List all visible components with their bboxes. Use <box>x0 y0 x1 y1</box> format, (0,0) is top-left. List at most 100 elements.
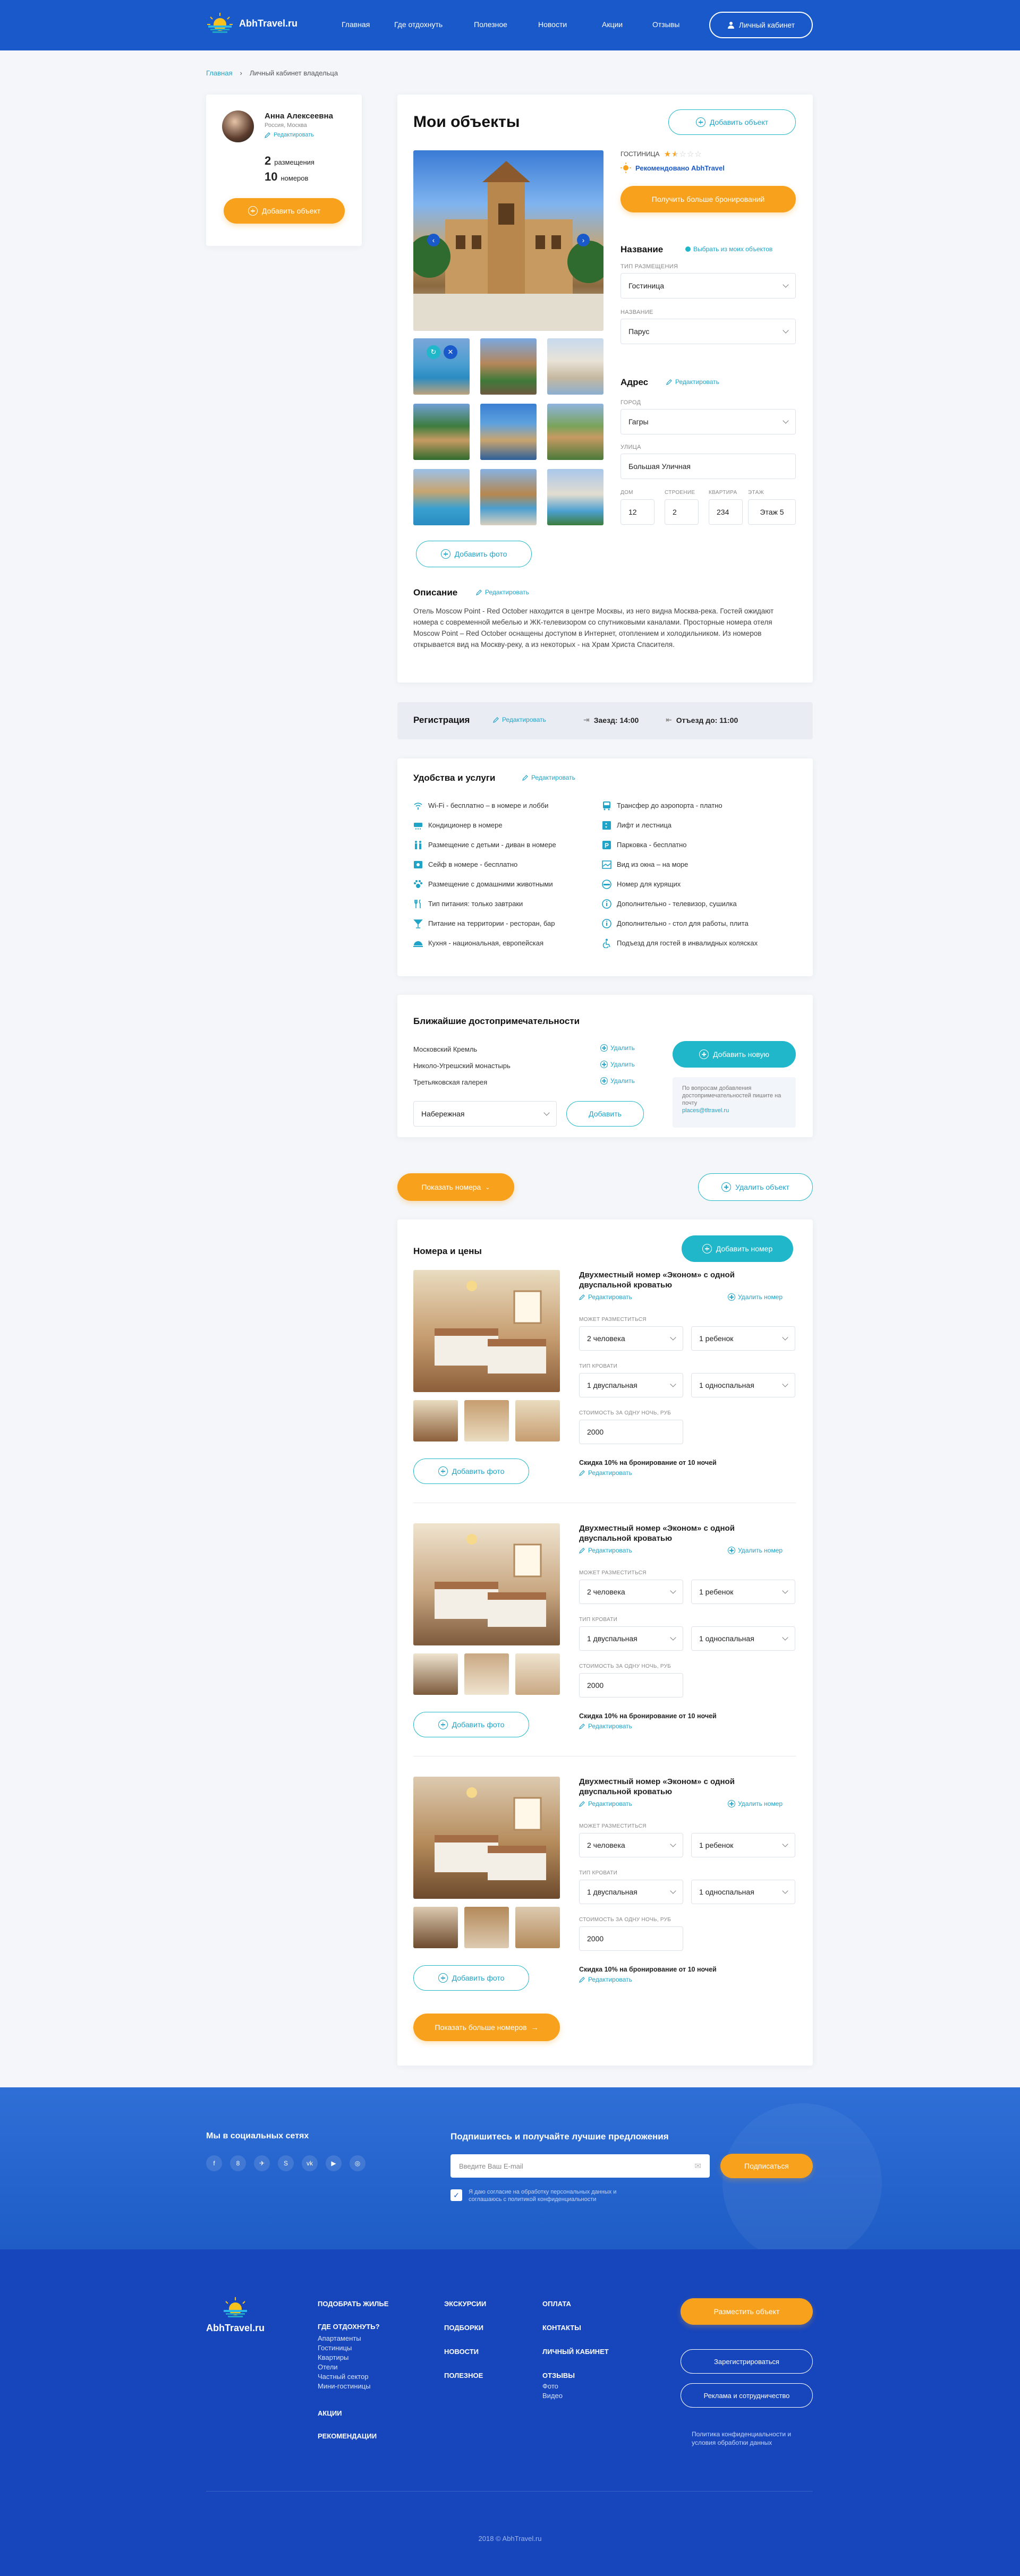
room-main-photo[interactable] <box>413 1270 560 1392</box>
address-edit-link[interactable]: Редактировать <box>666 378 719 386</box>
footer-link[interactable]: ЭКСКУРСИИ <box>444 2300 486 2308</box>
room-photo-thumb[interactable] <box>464 1907 509 1948</box>
show-more-rooms-button[interactable]: Показать больше номеров → <box>413 2014 560 2041</box>
room-photo-thumb[interactable] <box>413 1653 458 1695</box>
main-photo[interactable] <box>413 150 604 331</box>
nav-promos[interactable]: Акции <box>602 20 623 29</box>
kids-select[interactable]: 1 ребенок <box>691 1326 795 1351</box>
nav-news[interactable]: Новости <box>538 20 567 29</box>
room-photo-thumb[interactable] <box>515 1400 560 1441</box>
footer-sublink[interactable]: Отели <box>318 2362 388 2372</box>
photo-thumb-2[interactable] <box>480 338 537 395</box>
price-input[interactable]: 2000 <box>579 1673 683 1698</box>
bed1-select[interactable]: 1 двуспальная <box>579 1626 683 1651</box>
room-photo-thumb[interactable] <box>464 1400 509 1441</box>
nav-where[interactable]: Где отдохнуть <box>394 20 443 29</box>
consent-checkbox[interactable]: ✓ <box>450 2189 462 2201</box>
bed2-select[interactable]: 1 односпальная <box>691 1880 795 1904</box>
sight-delete-link[interactable]: Удалить <box>600 1044 635 1052</box>
logo[interactable]: AbhTravel.ru <box>206 12 298 35</box>
add-object-outline-button[interactable]: Добавить объект <box>668 109 796 135</box>
room-photo-thumb[interactable] <box>515 1653 560 1695</box>
description-edit-link[interactable]: Редактировать <box>476 588 529 596</box>
prev-photo-button[interactable]: ‹ <box>427 234 440 246</box>
footer-link[interactable]: КОНТАКТЫ <box>542 2324 609 2332</box>
nav-reviews[interactable]: Отзывы <box>652 20 679 29</box>
footer-sublink[interactable]: Квартиры <box>318 2353 388 2362</box>
amenities-edit-link[interactable]: Редактировать <box>522 774 575 781</box>
footer-sublink[interactable]: Частный сектор <box>318 2372 388 2382</box>
room-photo-thumb[interactable] <box>464 1653 509 1695</box>
bed1-select[interactable]: 1 двуспальная <box>579 1880 683 1904</box>
cabinet-button[interactable]: Личный кабинет <box>709 12 813 38</box>
footer-link[interactable]: ПОЛЕЗНОЕ <box>444 2372 486 2379</box>
city-select[interactable]: Гагры <box>620 409 796 434</box>
footer-link[interactable]: ЛИЧНЫЙ КАБИНЕТ <box>542 2348 609 2356</box>
footer-sublink[interactable]: Видео <box>542 2391 609 2401</box>
discount-edit-link[interactable]: Редактировать <box>579 1722 632 1730</box>
room-photo-thumb[interactable] <box>515 1907 560 1948</box>
footer-logo[interactable]: AbhTravel.ru <box>206 2296 265 2334</box>
place-object-button[interactable]: Разместить объект <box>681 2298 813 2325</box>
photo-thumb-6[interactable] <box>547 404 604 460</box>
room-edit-link[interactable]: Редактировать <box>579 1547 632 1554</box>
footer-sublink[interactable]: Гостиницы <box>318 2343 388 2353</box>
footer-link[interactable]: АКЦИИ <box>318 2409 388 2417</box>
sight-select[interactable]: Набережная <box>413 1101 557 1127</box>
discount-edit-link[interactable]: Редактировать <box>579 1469 632 1477</box>
add-sight-button[interactable]: Добавить новую <box>673 1041 796 1068</box>
photo-thumb-8[interactable] <box>480 469 537 525</box>
room-photo-thumb[interactable] <box>413 1907 458 1948</box>
price-input[interactable]: 2000 <box>579 1926 683 1951</box>
instagram-icon[interactable]: ◎ <box>350 2155 366 2171</box>
breadcrumb-home[interactable]: Главная <box>206 69 232 77</box>
registration-edit-link[interactable]: Редактировать <box>493 716 546 723</box>
rotate-icon[interactable]: ↻ <box>427 345 440 359</box>
photo-thumb-1[interactable] <box>413 338 470 395</box>
get-more-bookings-button[interactable]: Получить больше бронирований <box>620 186 796 212</box>
flat-input[interactable]: 234 <box>709 499 743 525</box>
house-input[interactable]: 12 <box>620 499 654 525</box>
room-delete-link[interactable]: Удалить номер <box>728 1800 783 1807</box>
room-main-photo[interactable] <box>413 1777 560 1899</box>
kids-select[interactable]: 1 ребенок <box>691 1580 795 1604</box>
add-photo-button[interactable]: Добавить фото <box>416 541 532 567</box>
photo-thumb-5[interactable] <box>480 404 537 460</box>
delete-object-button[interactable]: Удалить объект <box>698 1173 813 1201</box>
show-rooms-button[interactable]: Показать номера ⌄ <box>397 1173 514 1201</box>
choose-existing-link[interactable]: Выбрать из моих объектов <box>685 245 772 253</box>
skype-icon[interactable]: S <box>278 2155 294 2171</box>
photo-thumb-7[interactable] <box>413 469 470 525</box>
register-button[interactable]: Зарегистрироваться <box>681 2349 813 2374</box>
adults-select[interactable]: 2 человека <box>579 1833 683 1857</box>
kids-select[interactable]: 1 ребенок <box>691 1833 795 1857</box>
photo-thumb-3[interactable] <box>547 338 604 395</box>
bed2-select[interactable]: 1 односпальная <box>691 1626 795 1651</box>
add-object-button[interactable]: Добавить объект <box>224 198 345 224</box>
nav-home[interactable]: Главная <box>342 20 370 29</box>
footer-link[interactable]: ПОДОБРАТЬ ЖИЛЬЕ <box>318 2300 388 2308</box>
bed1-select[interactable]: 1 двуспальная <box>579 1373 683 1397</box>
footer-sublink[interactable]: Мини-гостиницы <box>318 2382 388 2391</box>
price-input[interactable]: 2000 <box>579 1420 683 1444</box>
building-input[interactable]: 2 <box>665 499 699 525</box>
room-edit-link[interactable]: Редактировать <box>579 1800 632 1807</box>
add-room-button[interactable]: Добавить номер <box>682 1235 793 1262</box>
footer-link[interactable]: ОТЗЫВЫ <box>542 2372 609 2379</box>
odnoklassniki-icon[interactable]: 8 <box>230 2155 246 2171</box>
subscribe-button[interactable]: Подписаться <box>720 2154 813 2178</box>
footer-link[interactable]: ГДЕ ОТДОХНУТЬ? <box>318 2323 388 2331</box>
facebook-icon[interactable]: f <box>206 2155 222 2171</box>
name-select[interactable]: Парус <box>620 319 796 344</box>
room-add-photo-button[interactable]: Добавить фото <box>413 1965 529 1991</box>
nav-useful[interactable]: Полезное <box>474 20 507 29</box>
adults-select[interactable]: 2 человека <box>579 1580 683 1604</box>
footer-sublink[interactable]: Фото <box>542 2382 609 2391</box>
footer-link[interactable]: ОПЛАТА <box>542 2300 609 2308</box>
sight-delete-link[interactable]: Удалить <box>600 1077 635 1085</box>
footer-link[interactable]: НОВОСТИ <box>444 2348 486 2356</box>
adults-select[interactable]: 2 человека <box>579 1326 683 1351</box>
footer-sublink[interactable]: Апартаменты <box>318 2334 388 2343</box>
email-input[interactable]: Введите Ваш E-mail ✉ <box>450 2154 710 2178</box>
vk-icon[interactable]: vk <box>302 2155 318 2171</box>
